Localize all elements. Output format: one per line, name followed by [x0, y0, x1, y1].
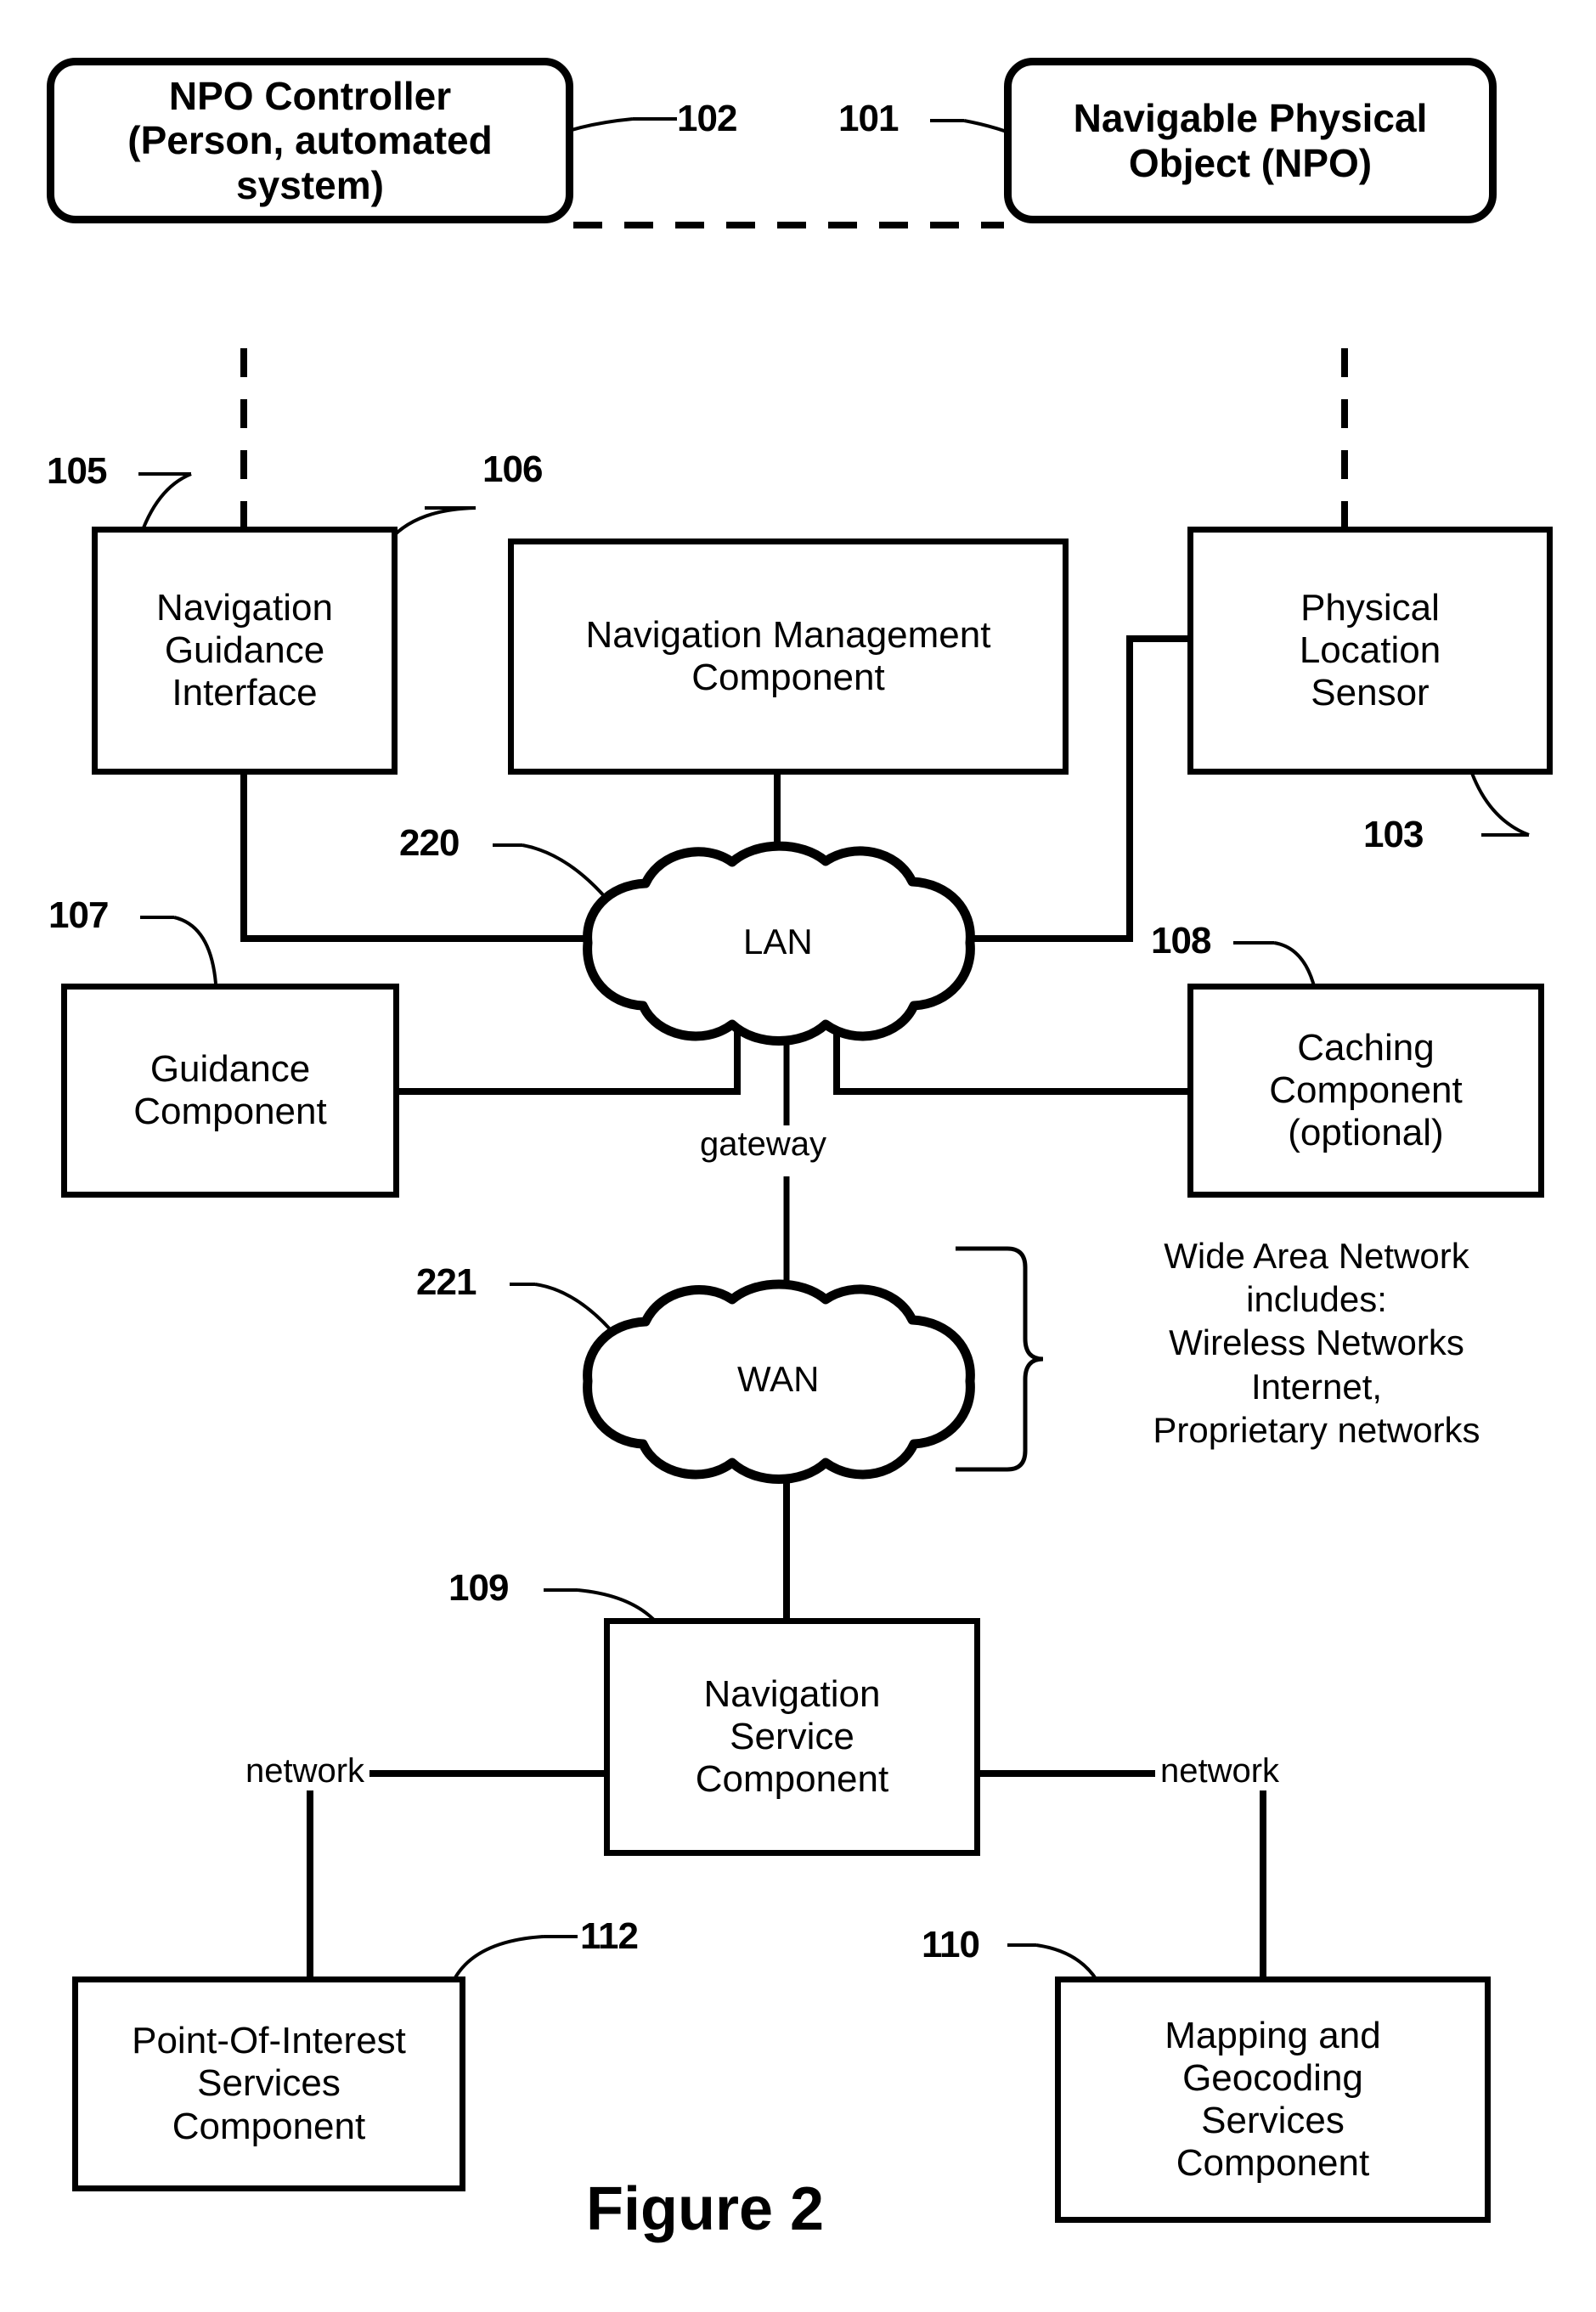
ref-110: 110 — [922, 1924, 980, 1965]
node-physical-location-sensor[interactable]: Physical Location Sensor — [1187, 527, 1553, 775]
node-navigable-physical-object[interactable]: Navigable Physical Object (NPO) — [1004, 58, 1497, 223]
figure-page: NPO Controller (Person, automated system… — [0, 0, 1596, 2312]
mgs-line-3: Services — [1201, 2100, 1345, 2141]
network-label-right: network — [1155, 1752, 1285, 1790]
ref-102: 102 — [677, 98, 737, 139]
nmc-line-2: Component — [691, 657, 885, 698]
wan-note-line-2: includes: — [1246, 1279, 1387, 1320]
wan-note: Wide Area Network includes: Wireless Net… — [1053, 1234, 1580, 1452]
guidance-line-1: Guidance — [149, 1047, 311, 1090]
figure-caption: Figure 2 — [586, 2175, 825, 2243]
wan-note-line-3: Wireless Networks — [1169, 1322, 1464, 1363]
npo-line-1: Navigable Physical — [1073, 96, 1428, 141]
node-navigation-management-component[interactable]: Navigation Management Component — [508, 539, 1069, 775]
pls-line-1: Physical — [1300, 586, 1440, 629]
pls-line-3: Sensor — [1311, 672, 1430, 714]
ngi-line-1: Navigation — [156, 586, 333, 629]
npo-controller-line-3: system) — [236, 162, 384, 207]
mgs-line-1: Mapping and — [1165, 2014, 1381, 2056]
mgs-line-4: Component — [1176, 2142, 1370, 2185]
mgs-line-2: Geocoding — [1182, 2056, 1363, 2099]
npo-controller-line-1: NPO Controller — [168, 73, 452, 118]
node-point-of-interest-services-component[interactable]: Point-Of-Interest Services Component — [72, 1976, 465, 2191]
gateway-label: gateway — [695, 1125, 832, 1164]
ref-109: 109 — [448, 1567, 509, 1609]
link-nsc-to-poi — [307, 1770, 604, 1976]
network-label-left: network — [240, 1752, 370, 1790]
node-mapping-and-geocoding-services-component[interactable]: Mapping and Geocoding Services Component — [1055, 1976, 1491, 2223]
ref-107: 107 — [48, 894, 109, 936]
ref-103: 103 — [1363, 814, 1424, 855]
nsc-line-1: Navigation — [703, 1672, 881, 1715]
guidance-line-2: Component — [133, 1091, 327, 1132]
poi-line-2: Services — [197, 2062, 341, 2105]
leader-220 — [522, 843, 613, 906]
wan-note-line-4: Internet, — [1250, 1366, 1383, 1407]
leader-112 — [453, 1935, 544, 1980]
pls-line-2: Location — [1299, 629, 1441, 671]
ngi-line-3: Interface — [172, 672, 318, 714]
wan-note-line-1: Wide Area Network — [1164, 1236, 1469, 1276]
nsc-line-3: Component — [695, 1758, 889, 1801]
nmc-line-1: Navigation Management — [585, 613, 991, 656]
node-guidance-component[interactable]: Guidance Component — [61, 984, 399, 1198]
ngi-line-2: Guidance — [164, 629, 325, 671]
ref-101: 101 — [838, 98, 899, 139]
poi-line-3: Component — [172, 2105, 366, 2147]
ref-112: 112 — [580, 1915, 639, 1957]
node-navigation-service-component[interactable]: Navigation Service Component — [604, 1618, 980, 1856]
caching-line-1: Caching — [1297, 1026, 1435, 1069]
npo-controller-line-2: (Person, automated — [127, 118, 493, 163]
npo-line-2: Object (NPO) — [1128, 140, 1373, 185]
node-caching-component[interactable]: Caching Component (optional) — [1187, 984, 1544, 1198]
leader-107 — [173, 916, 217, 984]
ref-105: 105 — [47, 450, 107, 492]
ref-108: 108 — [1151, 920, 1211, 961]
node-npo-controller[interactable]: NPO Controller (Person, automated system… — [47, 58, 573, 223]
nsc-line-2: Service — [730, 1715, 854, 1757]
wan-note-line-5: Proprietary networks — [1153, 1409, 1480, 1450]
caching-line-3: (optional) — [1288, 1112, 1444, 1154]
lan-cloud-label: LAN — [743, 922, 813, 961]
wan-cloud-label: WAN — [737, 1359, 820, 1399]
poi-line-1: Point-Of-Interest — [132, 2020, 406, 2062]
ref-221: 221 — [416, 1261, 477, 1303]
caching-line-2: Component — [1269, 1069, 1463, 1111]
node-navigation-guidance-interface[interactable]: Navigation Guidance Interface — [92, 527, 398, 775]
ref-106: 106 — [482, 448, 543, 490]
ref-220: 220 — [399, 822, 460, 864]
